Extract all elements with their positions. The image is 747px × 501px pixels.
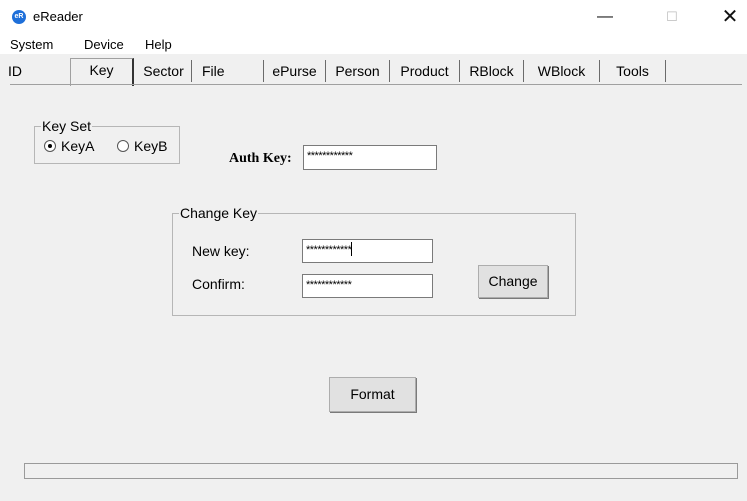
confirm-label: Confirm: bbox=[192, 276, 245, 292]
tab-panel-border bbox=[10, 84, 742, 85]
menu-help[interactable]: Help bbox=[145, 37, 172, 52]
change-button[interactable]: Change bbox=[478, 265, 548, 298]
new-key-label: New key: bbox=[192, 243, 250, 259]
tab-key[interactable]: Key bbox=[70, 58, 134, 86]
tab-sector[interactable]: Sector bbox=[136, 60, 192, 82]
format-button[interactable]: Format bbox=[329, 377, 416, 412]
change-key-legend: Change Key bbox=[179, 205, 259, 221]
window-title: eReader bbox=[33, 9, 83, 24]
maximize-button[interactable]: ☐ bbox=[657, 6, 687, 28]
text-cursor bbox=[351, 242, 353, 256]
tab-epurse[interactable]: ePurse bbox=[264, 60, 326, 82]
keyb-radio[interactable]: KeyB bbox=[117, 138, 167, 154]
close-button[interactable]: ✕ bbox=[715, 6, 745, 28]
tab-tools[interactable]: Tools bbox=[600, 60, 666, 82]
key-set-group: Key Set KeyA KeyB bbox=[34, 118, 180, 164]
tab-strip: ID Key Sector File ePurse Person Product… bbox=[0, 58, 747, 86]
auth-key-input[interactable]: ************ bbox=[303, 145, 437, 170]
status-bar bbox=[24, 463, 738, 479]
tab-person[interactable]: Person bbox=[326, 60, 390, 82]
radio-checked-icon bbox=[44, 140, 56, 152]
keya-radio[interactable]: KeyA bbox=[44, 138, 94, 154]
tab-wblock[interactable]: WBlock bbox=[524, 60, 600, 82]
confirm-input[interactable]: ************ bbox=[302, 274, 433, 298]
radio-unchecked-icon bbox=[117, 140, 129, 152]
keya-label: KeyA bbox=[61, 138, 95, 154]
menu-bar: System Device Help bbox=[0, 34, 747, 54]
new-key-value: ************ bbox=[306, 244, 352, 256]
key-set-legend: Key Set bbox=[41, 118, 93, 134]
menu-device[interactable]: Device bbox=[84, 37, 124, 52]
tab-id[interactable]: ID bbox=[8, 60, 48, 82]
keyb-label: KeyB bbox=[134, 138, 168, 154]
new-key-input[interactable]: ************ bbox=[302, 239, 433, 263]
tab-rblock[interactable]: RBlock bbox=[460, 60, 524, 82]
tab-product[interactable]: Product bbox=[390, 60, 460, 82]
auth-key-label: Auth Key: bbox=[229, 151, 292, 166]
app-icon: eR bbox=[12, 10, 26, 24]
title-bar: eR eReader — ☐ ✕ bbox=[0, 0, 747, 34]
tab-file[interactable]: File bbox=[192, 60, 264, 82]
menu-system[interactable]: System bbox=[10, 37, 53, 52]
minimize-button[interactable]: — bbox=[590, 6, 620, 28]
